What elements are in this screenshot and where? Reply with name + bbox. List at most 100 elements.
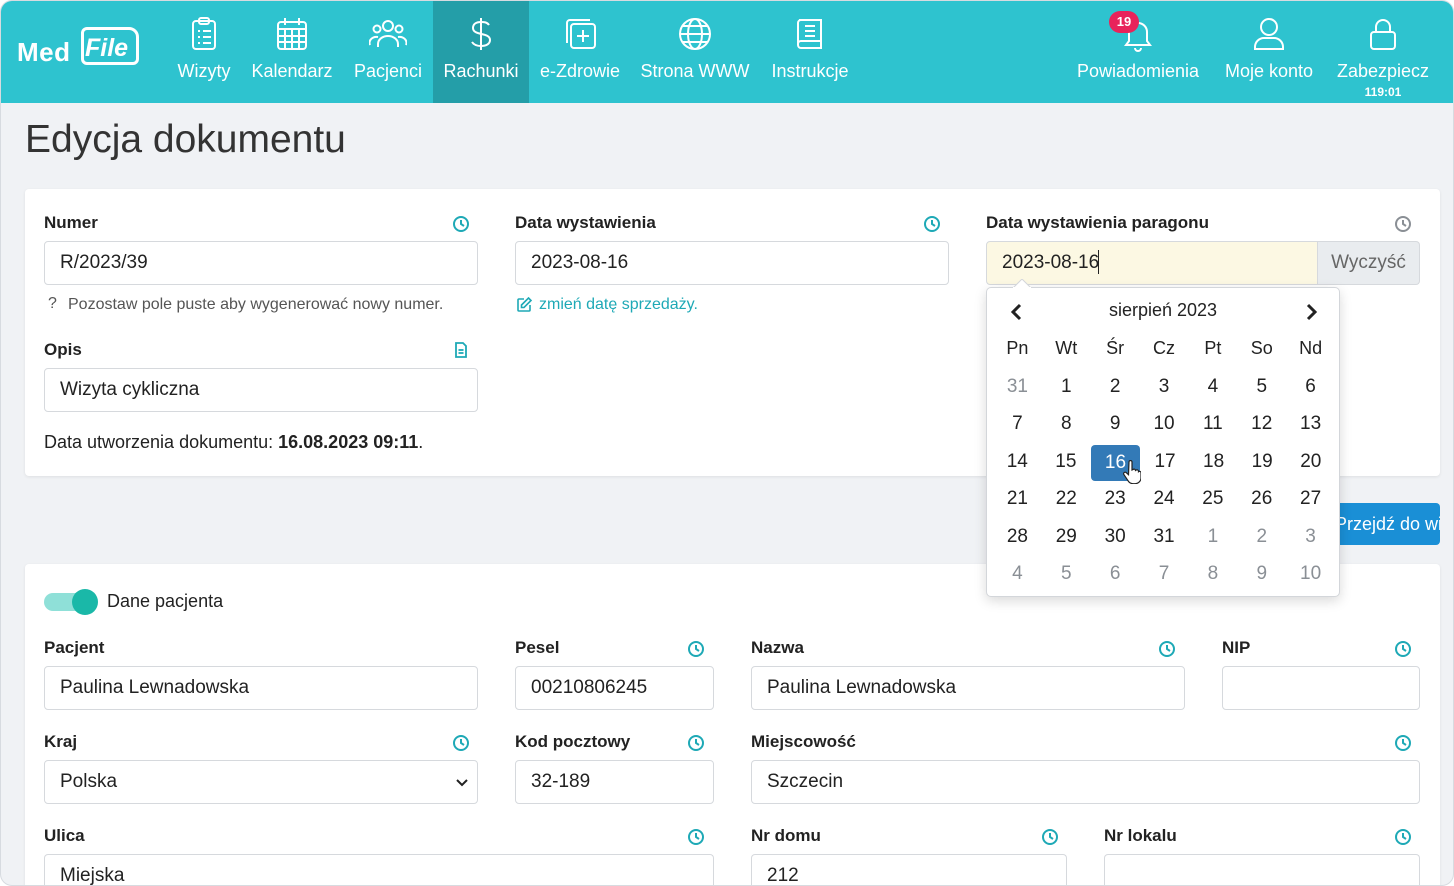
- weekday-label: Nd: [1299, 338, 1323, 358]
- clipboard-list-icon: [192, 17, 216, 50]
- calendar-day[interactable]: 4: [1188, 370, 1237, 408]
- calendar-day[interactable]: 31: [1140, 520, 1189, 558]
- calendar-day[interactable]: 1: [1042, 370, 1091, 408]
- clear-date-button[interactable]: Wyczyść: [1318, 241, 1420, 285]
- nav-item-instrukcje[interactable]: Instrukcje: [765, 1, 855, 103]
- nav-item-pacjenci[interactable]: Pacjenci: [348, 1, 428, 103]
- data-paragonu-input[interactable]: 2023-08-16: [986, 241, 1318, 285]
- calendar-day[interactable]: 8: [1188, 557, 1237, 595]
- calendar-day[interactable]: 7: [993, 407, 1042, 445]
- created-date-text: Data utworzenia dokumentu: 16.08.2023 09…: [44, 432, 423, 453]
- calendar-day[interactable]: 2: [1237, 520, 1286, 558]
- edit-icon[interactable]: [516, 296, 533, 313]
- data-paragonu-label: Data wystawienia paragonu: [986, 213, 1209, 232]
- nav-item-strona-www[interactable]: Strona WWW: [635, 1, 755, 103]
- nip-label: NIP: [1222, 638, 1251, 657]
- calendar-day[interactable]: 29: [1042, 520, 1091, 558]
- zmien-date-sprzedazy-link[interactable]: zmień datę sprzedaży.: [539, 296, 698, 314]
- nav-label: Zabezpiecz: [1336, 61, 1430, 81]
- calendar-day[interactable]: 31: [993, 370, 1042, 408]
- calendar-day[interactable]: 9: [1091, 407, 1140, 445]
- calendar-day[interactable]: 26: [1237, 482, 1286, 520]
- clock-icon[interactable]: [687, 640, 705, 658]
- opis-input[interactable]: Wizyta cykliczna: [44, 368, 478, 412]
- calendar-day[interactable]: 28: [993, 520, 1042, 558]
- calendar-day[interactable]: 18: [1189, 445, 1238, 483]
- calendar-day[interactable]: 3: [1286, 520, 1335, 558]
- calendar-day[interactable]: 27: [1286, 482, 1335, 520]
- calendar-week-row: 28 29 30 31 1 2 3: [993, 520, 1335, 558]
- nav-item-wizyty[interactable]: Wizyty: [171, 1, 237, 103]
- ulica-input[interactable]: Miejska: [44, 854, 714, 885]
- clock-icon[interactable]: [923, 215, 941, 233]
- calendar-day[interactable]: 2: [1091, 370, 1140, 408]
- clock-icon[interactable]: [1041, 828, 1059, 846]
- calendar-day[interactable]: 22: [1042, 482, 1091, 520]
- nr-lokalu-input[interactable]: [1104, 854, 1420, 885]
- calendar-day[interactable]: 5: [1237, 370, 1286, 408]
- clock-icon[interactable]: [452, 734, 470, 752]
- calendar-day[interactable]: 30: [1091, 520, 1140, 558]
- calendar-month-title[interactable]: sierpień 2023: [987, 300, 1339, 321]
- calendar-day[interactable]: 20: [1286, 445, 1335, 483]
- nav-item-e-zdrowie[interactable]: e-Zdrowie: [535, 1, 625, 103]
- next-month-arrow-icon[interactable]: [1299, 300, 1323, 324]
- miejscowosc-input[interactable]: Szczecin: [751, 760, 1420, 804]
- calendar-day[interactable]: 23: [1091, 482, 1140, 520]
- numer-input[interactable]: R/2023/39: [44, 241, 478, 285]
- nav-item-moje-konto[interactable]: Moje konto: [1217, 1, 1321, 103]
- nip-input[interactable]: [1222, 666, 1420, 710]
- calendar-day[interactable]: 5: [1042, 557, 1091, 595]
- calendar-day[interactable]: 3: [1140, 370, 1189, 408]
- calendar-day[interactable]: 19: [1238, 445, 1287, 483]
- calendar-day[interactable]: 12: [1237, 407, 1286, 445]
- clock-icon[interactable]: [1394, 828, 1412, 846]
- data-wystawienia-input[interactable]: 2023-08-16: [515, 241, 949, 285]
- dollar-icon: [471, 18, 492, 50]
- miejscowosc-label: Miejscowość: [751, 732, 856, 751]
- calendar-day[interactable]: 10: [1286, 557, 1335, 595]
- calendar-week-row: 21 22 23 24 25 26 27: [993, 482, 1335, 520]
- calendar-day[interactable]: 6: [1286, 370, 1335, 408]
- medfile-logo[interactable]: Med File: [15, 27, 143, 69]
- nav-item-zabezpiecz[interactable]: Zabezpiecz 119:01: [1331, 1, 1435, 103]
- calendar-day[interactable]: 8: [1042, 407, 1091, 445]
- calendar-day[interactable]: 24: [1140, 482, 1189, 520]
- top-navbar: Med File Wizyty Kalendarz Pacjenci Rachu…: [1, 1, 1453, 103]
- calendar-day[interactable]: 1: [1188, 520, 1237, 558]
- nav-item-rachunki[interactable]: Rachunki: [433, 1, 529, 103]
- nr-domu-input[interactable]: 212: [751, 854, 1067, 885]
- nr-lokalu-label: Nr lokalu: [1104, 826, 1177, 845]
- pacjent-input[interactable]: Paulina Lewnadowska: [44, 666, 478, 710]
- patient-data-toggle[interactable]: [44, 589, 100, 615]
- calendar-day[interactable]: 11: [1188, 407, 1237, 445]
- clock-icon[interactable]: [452, 215, 470, 233]
- nav-item-kalendarz[interactable]: Kalendarz: [247, 1, 337, 103]
- calendar-day[interactable]: 6: [1091, 557, 1140, 595]
- nazwa-input[interactable]: Paulina Lewnadowska: [751, 666, 1185, 710]
- calendar-day[interactable]: 14: [993, 445, 1042, 483]
- calendar-day[interactable]: 13: [1286, 407, 1335, 445]
- patient-card: [25, 564, 1440, 885]
- kod-pocztowy-input[interactable]: 32-189: [515, 760, 714, 804]
- clock-icon[interactable]: [1158, 640, 1176, 658]
- calendar-day[interactable]: 17: [1141, 445, 1190, 483]
- calendar-day[interactable]: 10: [1140, 407, 1189, 445]
- clock-icon[interactable]: [687, 828, 705, 846]
- calendar-day[interactable]: 25: [1188, 482, 1237, 520]
- calendar-icon: [277, 18, 307, 50]
- pesel-input[interactable]: 00210806245: [515, 666, 714, 710]
- calendar-day[interactable]: 15: [1042, 445, 1091, 483]
- nav-item-powiadomienia[interactable]: 19 Powiadomienia: [1069, 1, 1207, 103]
- calendar-day[interactable]: 21: [993, 482, 1042, 520]
- calendar-day[interactable]: 7: [1140, 557, 1189, 595]
- kraj-select[interactable]: Polska: [44, 760, 478, 804]
- lock-icon: [1370, 19, 1396, 50]
- calendar-day[interactable]: 4: [993, 557, 1042, 595]
- clock-icon[interactable]: [1394, 640, 1412, 658]
- clock-icon[interactable]: [1394, 215, 1412, 233]
- clock-icon[interactable]: [1394, 734, 1412, 752]
- document-icon[interactable]: [452, 341, 470, 359]
- calendar-day[interactable]: 9: [1237, 557, 1286, 595]
- clock-icon[interactable]: [687, 734, 705, 752]
